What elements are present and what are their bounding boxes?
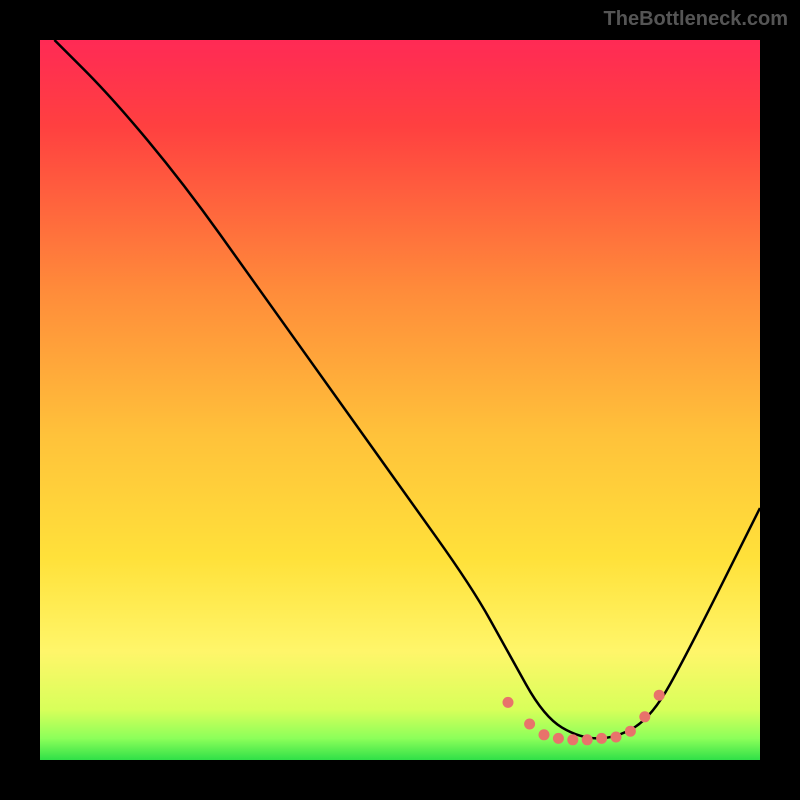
highlight-dot [553,733,564,744]
highlight-dot [596,733,607,744]
chart-svg [40,40,760,760]
highlight-dot [639,711,650,722]
gradient-background [40,40,760,760]
highlight-dot [611,732,622,743]
chart-plot-area [40,40,760,760]
highlight-dot [503,697,514,708]
highlight-dot [654,690,665,701]
highlight-dot [567,734,578,745]
watermark-text: TheBottleneck.com [604,8,788,31]
highlight-dot [524,719,535,730]
highlight-dot [582,734,593,745]
chart-container: TheBottleneck.com [0,0,800,800]
highlight-dot [539,729,550,740]
highlight-dot [625,726,636,737]
